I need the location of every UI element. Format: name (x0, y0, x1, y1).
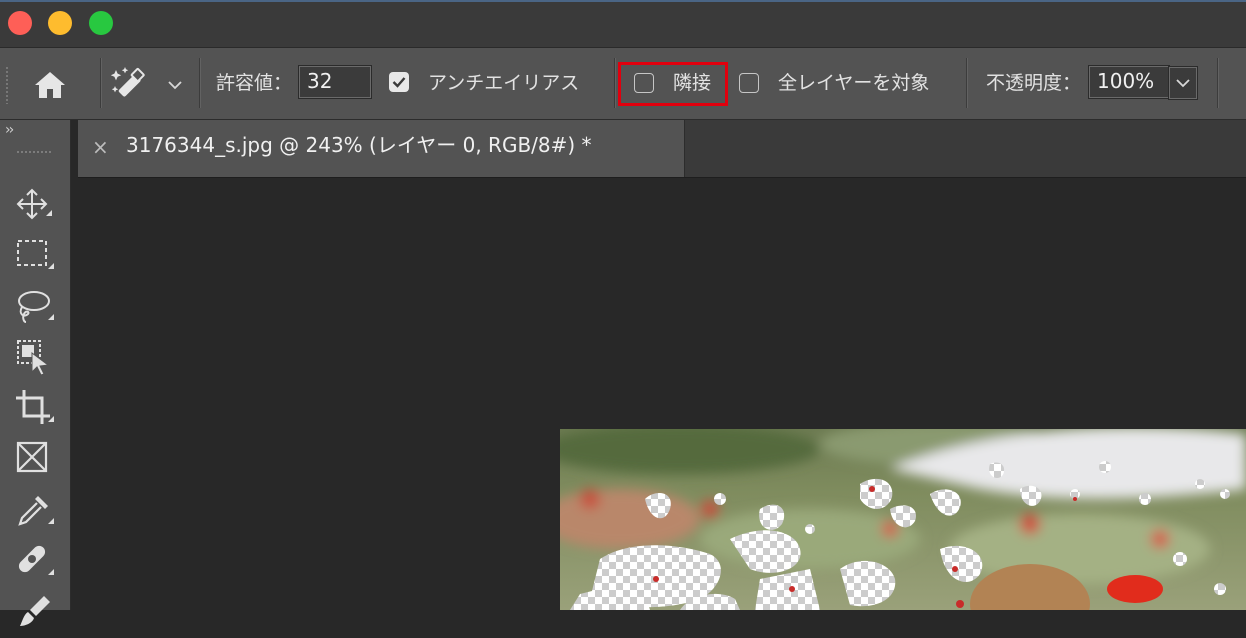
tools-panel-grip[interactable] (16, 150, 52, 154)
close-tab-icon[interactable]: × (92, 136, 109, 158)
frame-tool-icon[interactable] (12, 437, 56, 481)
document-tab[interactable]: × 3176344_s.jpg @ 243% (レイヤー 0, RGB/8#) … (78, 120, 685, 177)
close-window-button[interactable] (8, 11, 32, 35)
lasso-tool-icon[interactable] (12, 284, 56, 328)
document-image[interactable] (560, 429, 1246, 610)
tool-preset-chevron-down-icon[interactable] (167, 77, 183, 93)
rectangular-marquee-tool-icon[interactable] (12, 233, 56, 277)
maximize-window-button[interactable] (89, 11, 113, 35)
title-bar-accent (0, 0, 1246, 2)
magic-wand-icon[interactable] (110, 66, 150, 102)
eyedropper-tool-icon[interactable] (12, 488, 56, 532)
brush-tool-icon[interactable] (12, 590, 56, 634)
opacity-input[interactable]: 100% (1088, 65, 1170, 99)
contiguous-highlight-box (618, 62, 728, 106)
home-icon[interactable] (32, 70, 68, 100)
anti-alias-checkbox[interactable] (389, 72, 409, 92)
move-tool-icon[interactable] (12, 182, 56, 226)
separator (614, 58, 616, 108)
minimize-window-button[interactable] (48, 11, 72, 35)
separator (966, 58, 968, 108)
crop-tool-icon[interactable] (12, 386, 56, 430)
tools-panel: ›› (0, 120, 71, 626)
window-title-bar (0, 0, 1246, 48)
object-selection-tool-icon[interactable] (12, 335, 56, 379)
opacity-label: 不透明度： (986, 72, 1082, 94)
anti-alias-label[interactable]: アンチエイリアス (428, 72, 579, 94)
document-tab-title[interactable]: 3176344_s.jpg @ 243% (レイヤー 0, RGB/8#) * (126, 133, 592, 157)
separator (199, 58, 201, 108)
separator (1217, 58, 1219, 108)
sample-all-layers-checkbox[interactable] (739, 73, 759, 93)
document-tab-bar: × 3176344_s.jpg @ 243% (レイヤー 0, RGB/8#) … (78, 120, 1246, 178)
collapse-panel-icon[interactable]: ›› (5, 122, 14, 138)
separator (100, 58, 102, 108)
opacity-dropdown-button[interactable] (1168, 66, 1198, 100)
tolerance-input[interactable]: 32 (298, 65, 372, 99)
sample-all-layers-label[interactable]: 全レイヤーを対象 (778, 72, 929, 94)
spot-healing-brush-tool-icon[interactable] (12, 539, 56, 583)
tolerance-label: 許容値： (216, 72, 293, 94)
options-bar-grip[interactable] (5, 66, 9, 104)
